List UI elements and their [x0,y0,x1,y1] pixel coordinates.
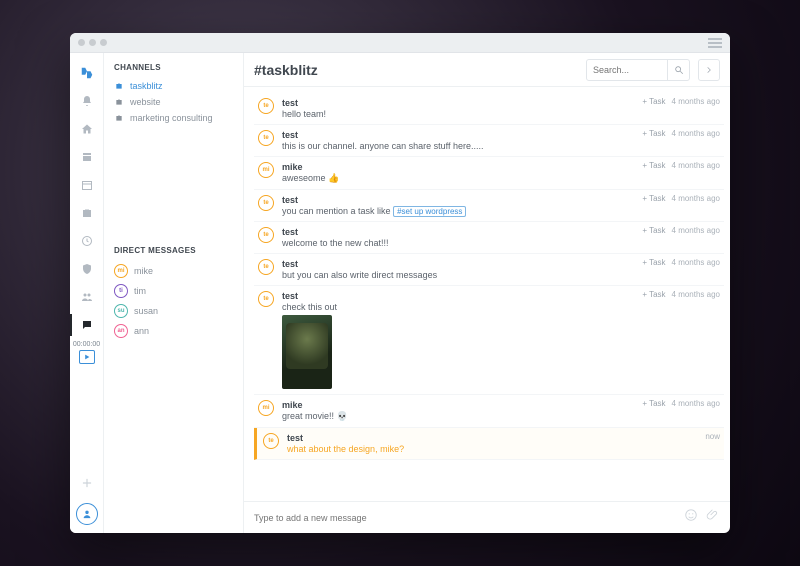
channel-item[interactable]: website [114,94,233,110]
channel-label: marketing consulting [130,113,213,123]
add-task-button[interactable]: + Task [642,399,665,408]
chat-icon[interactable] [70,311,104,339]
channels-panel: CHANNELS taskblitz website marketing consu… [104,53,244,533]
search-icon[interactable] [667,60,689,80]
bell-icon[interactable] [70,87,104,115]
dm-label: ann [134,326,149,336]
message: tetestwelcome to the new chat!!!+ Task4 … [254,222,724,254]
timestamp: 4 months ago [672,290,720,299]
avatar: mi [258,400,274,416]
add-task-button[interactable]: + Task [642,161,665,170]
channel-title: #taskblitz [254,62,578,78]
message: tetestthis is our channel. anyone can sh… [254,125,724,157]
dm-label: mike [134,266,153,276]
home-icon[interactable] [70,115,104,143]
message-text: welcome to the new chat!!! [282,238,720,248]
briefcase-icon[interactable] [70,199,104,227]
channels-heading: CHANNELS [114,63,233,72]
timer-display: 00:00:00 [73,341,100,348]
dm-item[interactable]: mimike [114,261,233,281]
dm-item[interactable]: sususan [114,301,233,321]
dm-heading: DIRECT MESSAGES [114,246,233,255]
channel-label: website [130,97,161,107]
image-attachment[interactable] [282,315,332,389]
timestamp: 4 months ago [672,399,720,408]
check-calendar-icon[interactable] [70,143,104,171]
message: mimikeaweseome 👍+ Task4 months ago [254,157,724,190]
timestamp: 4 months ago [672,129,720,138]
message-user: test [287,433,720,443]
timestamp: now [705,432,720,441]
search-box [586,59,690,81]
avatar: su [114,304,128,318]
add-icon[interactable] [70,469,104,497]
main-panel: #taskblitz tetesthello team!+ Task4 mont… [244,53,730,533]
app-window: 00:00:00 CHANNELS taskblitz website market… [70,33,730,533]
message-list[interactable]: tetesthello team!+ Task4 months agotetes… [244,87,730,501]
avatar: te [258,195,274,211]
message-text: check this out [282,302,720,312]
message: tetestyou can mention a task like #set u… [254,190,724,222]
message: tetesthello team!+ Task4 months ago [254,93,724,125]
chevron-right-icon[interactable] [698,59,720,81]
avatar: te [258,291,274,307]
dm-item[interactable]: titim [114,281,233,301]
avatar: mi [258,162,274,178]
message-text: you can mention a task like #set up word… [282,206,720,216]
dm-label: susan [134,306,158,316]
message-text: aweseome 👍 [282,173,720,184]
window-controls[interactable] [78,39,107,46]
message: mimikegreat movie!! 💀+ Task4 months ago [254,395,724,428]
dm-item[interactable]: anann [114,321,233,341]
timestamp: 4 months ago [672,161,720,170]
message: tetestcheck this out+ Task4 months ago [254,286,724,395]
message-text: what about the design, mike? [287,444,720,454]
timestamp: 4 months ago [672,194,720,203]
chat-header: #taskblitz [244,53,730,87]
clock-icon[interactable] [70,227,104,255]
timestamp: 4 months ago [672,258,720,267]
composer-input[interactable] [254,513,676,523]
composer [244,501,730,533]
message-text: hello team! [282,109,720,119]
play-button[interactable] [79,350,95,364]
channel-item[interactable]: marketing consulting [114,110,233,126]
logo-icon[interactable] [70,59,104,87]
add-task-button[interactable]: + Task [642,290,665,299]
avatar: te [258,227,274,243]
add-task-button[interactable]: + Task [642,97,665,106]
avatar: te [258,98,274,114]
task-tag[interactable]: #set up wordpress [393,206,466,217]
avatar: an [114,324,128,338]
dm-label: tim [134,286,146,296]
message-text: great movie!! 💀 [282,411,720,422]
avatar: te [258,130,274,146]
menu-icon[interactable] [708,38,722,48]
message-text: but you can also write direct messages [282,270,720,280]
message: tetestwhat about the design, mike? now [254,428,724,460]
avatar: mi [114,264,128,278]
avatar: te [258,259,274,275]
timestamp: 4 months ago [672,97,720,106]
shield-icon[interactable] [70,255,104,283]
channel-item[interactable]: taskblitz [114,78,233,94]
people-icon[interactable] [70,283,104,311]
attach-icon[interactable] [706,508,720,527]
emoji-icon[interactable] [684,508,698,527]
timestamp: 4 months ago [672,226,720,235]
calendar-icon[interactable] [70,171,104,199]
message-text: this is our channel. anyone can share st… [282,141,720,151]
avatar: te [263,433,279,449]
channel-label: taskblitz [130,81,163,91]
iconbar: 00:00:00 [70,53,104,533]
avatar: ti [114,284,128,298]
message: tetestbut you can also write direct mess… [254,254,724,286]
titlebar [70,33,730,53]
add-task-button[interactable]: + Task [642,129,665,138]
add-task-button[interactable]: + Task [642,226,665,235]
add-task-button[interactable]: + Task [642,258,665,267]
profile-button[interactable] [76,503,98,525]
search-input[interactable] [587,65,667,75]
add-task-button[interactable]: + Task [642,194,665,203]
